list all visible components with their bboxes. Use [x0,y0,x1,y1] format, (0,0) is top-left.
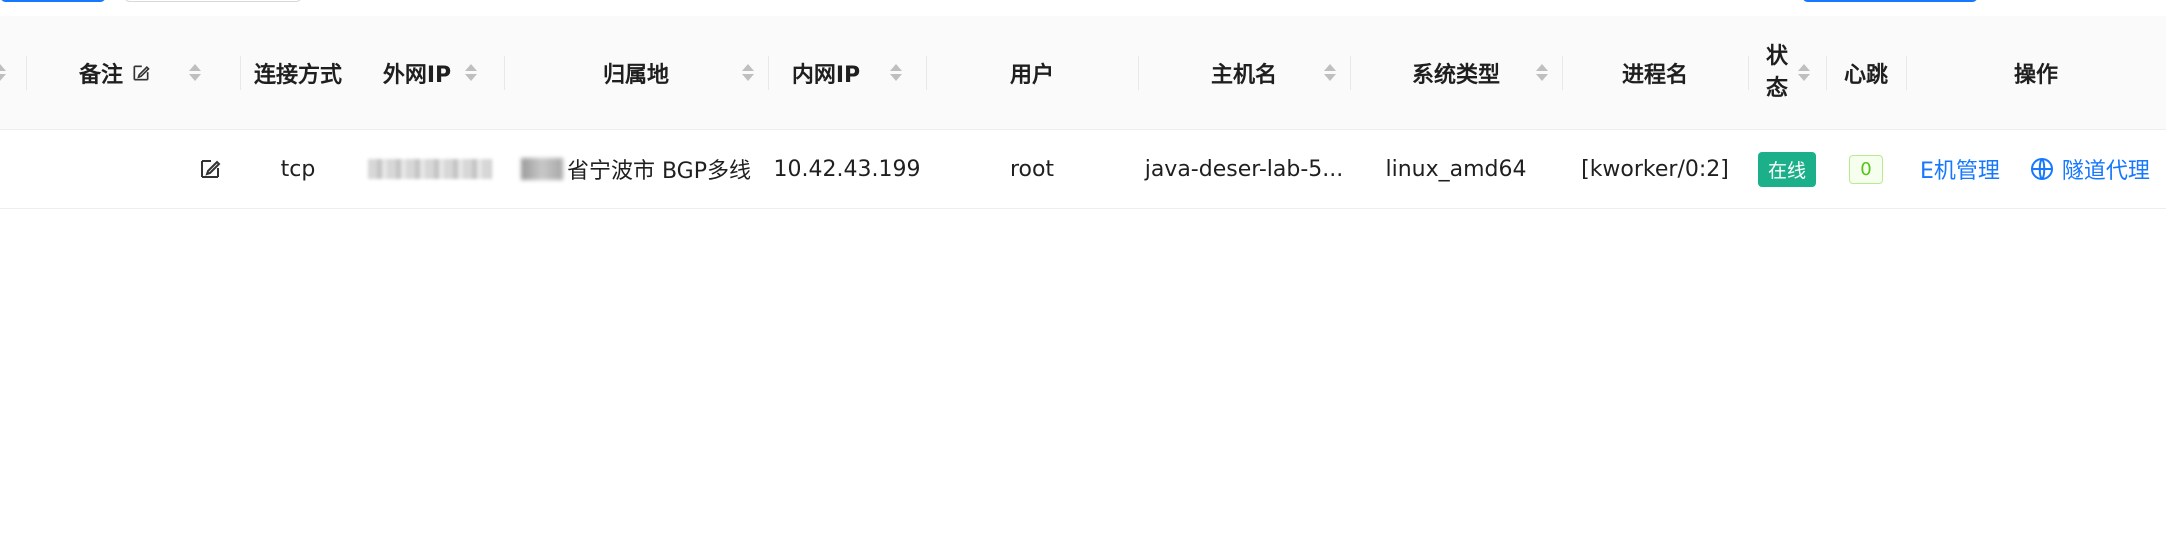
sort-icon[interactable] [742,64,754,81]
host-manage-link[interactable]: E机管理 [1920,153,2000,185]
column-header-label: 归属地 [602,62,669,88]
column-header-label: 备注 [78,62,123,88]
sort-icon[interactable] [890,64,903,81]
column-header-heartbeat: 心跳 [1826,16,1906,129]
status-cell: 在线 [1748,130,1826,208]
host-manage-label: E机管理 [1920,159,2000,184]
tunnel-proxy-link[interactable]: 隧道代理 [2030,153,2150,185]
column-header-hostname[interactable]: 主机名 [1138,16,1350,129]
column-header-label: 内网IP [791,62,861,88]
column-header-public-ip[interactable]: 外网IP [356,16,504,129]
column-header-user[interactable]: 用户 [926,16,1138,129]
redacted-ip [368,159,492,179]
column-header-private-ip[interactable]: 内网IP [768,16,926,129]
location-text: 省宁波市 BGP多线 [566,159,751,184]
column-header-actions: 操作 [1906,16,2166,129]
conn-cell: tcp [280,156,316,182]
status-badge: 在线 [1757,151,1816,187]
toolbar-button-left[interactable] [0,0,106,2]
column-header-label: 外网IP [382,62,452,88]
public-ip-cell [356,130,504,208]
column-header-label: 进程名 [1621,62,1688,88]
table-header: 备注 连接方式 外网IP 归属地 内网IP 用户 主机名 系统类型 进程名 状态… [0,16,2166,130]
edit-icon[interactable] [131,63,151,83]
actions-cell: E机管理 隧道代理 [1912,130,2166,208]
column-header-location[interactable]: 归属地 [504,16,768,129]
column-header-label: 连接方式 [253,62,342,88]
column-header-label: 主机名 [1210,62,1277,88]
toolbar-button-outline[interactable] [124,0,302,2]
redacted-location [520,158,563,180]
column-header-process[interactable]: 进程名 [1562,16,1748,129]
tunnel-proxy-label: 隧道代理 [2061,159,2150,184]
column-header-os[interactable]: 系统类型 [1350,16,1562,129]
sort-icon[interactable] [0,16,10,129]
globe-icon [2030,157,2054,181]
remark-cell [180,130,240,208]
column-header-label: 系统类型 [1411,62,1500,88]
column-header-label: 状态 [1765,43,1788,101]
sort-icon[interactable] [1536,64,1548,81]
edit-icon[interactable] [198,157,222,181]
heartbeat-badge: 0 [1849,154,1883,184]
column-header-remark[interactable]: 备注 [40,16,240,129]
column-header-label: 心跳 [1843,62,1888,88]
hostname-cell: java-deser-lab-5... [1144,156,1344,182]
toolbar-button-right[interactable] [1802,0,1978,2]
sort-icon[interactable] [1324,64,1336,81]
heartbeat-cell: 0 [1826,130,1906,208]
location-cell: 省宁波市 BGP多线 [504,130,768,208]
column-divider [26,56,27,90]
column-header-label: 用户 [1009,62,1054,88]
process-cell: [kworker/0:2] [1581,156,1729,182]
sort-icon[interactable] [465,64,478,81]
column-header-status[interactable]: 状态 [1748,16,1826,129]
user-cell: root [1009,156,1055,182]
os-cell: linux_amd64 [1385,156,1527,182]
table-row: tcp 省宁波市 BGP多线 10.42.43.199 root java-de… [0,130,2166,209]
private-ip-cell: 10.42.43.199 [773,156,921,182]
column-header-conn[interactable]: 连接方式 [240,16,356,129]
sort-icon[interactable] [1798,64,1810,81]
column-header-label: 操作 [2013,62,2058,88]
sort-icon[interactable] [189,64,201,81]
